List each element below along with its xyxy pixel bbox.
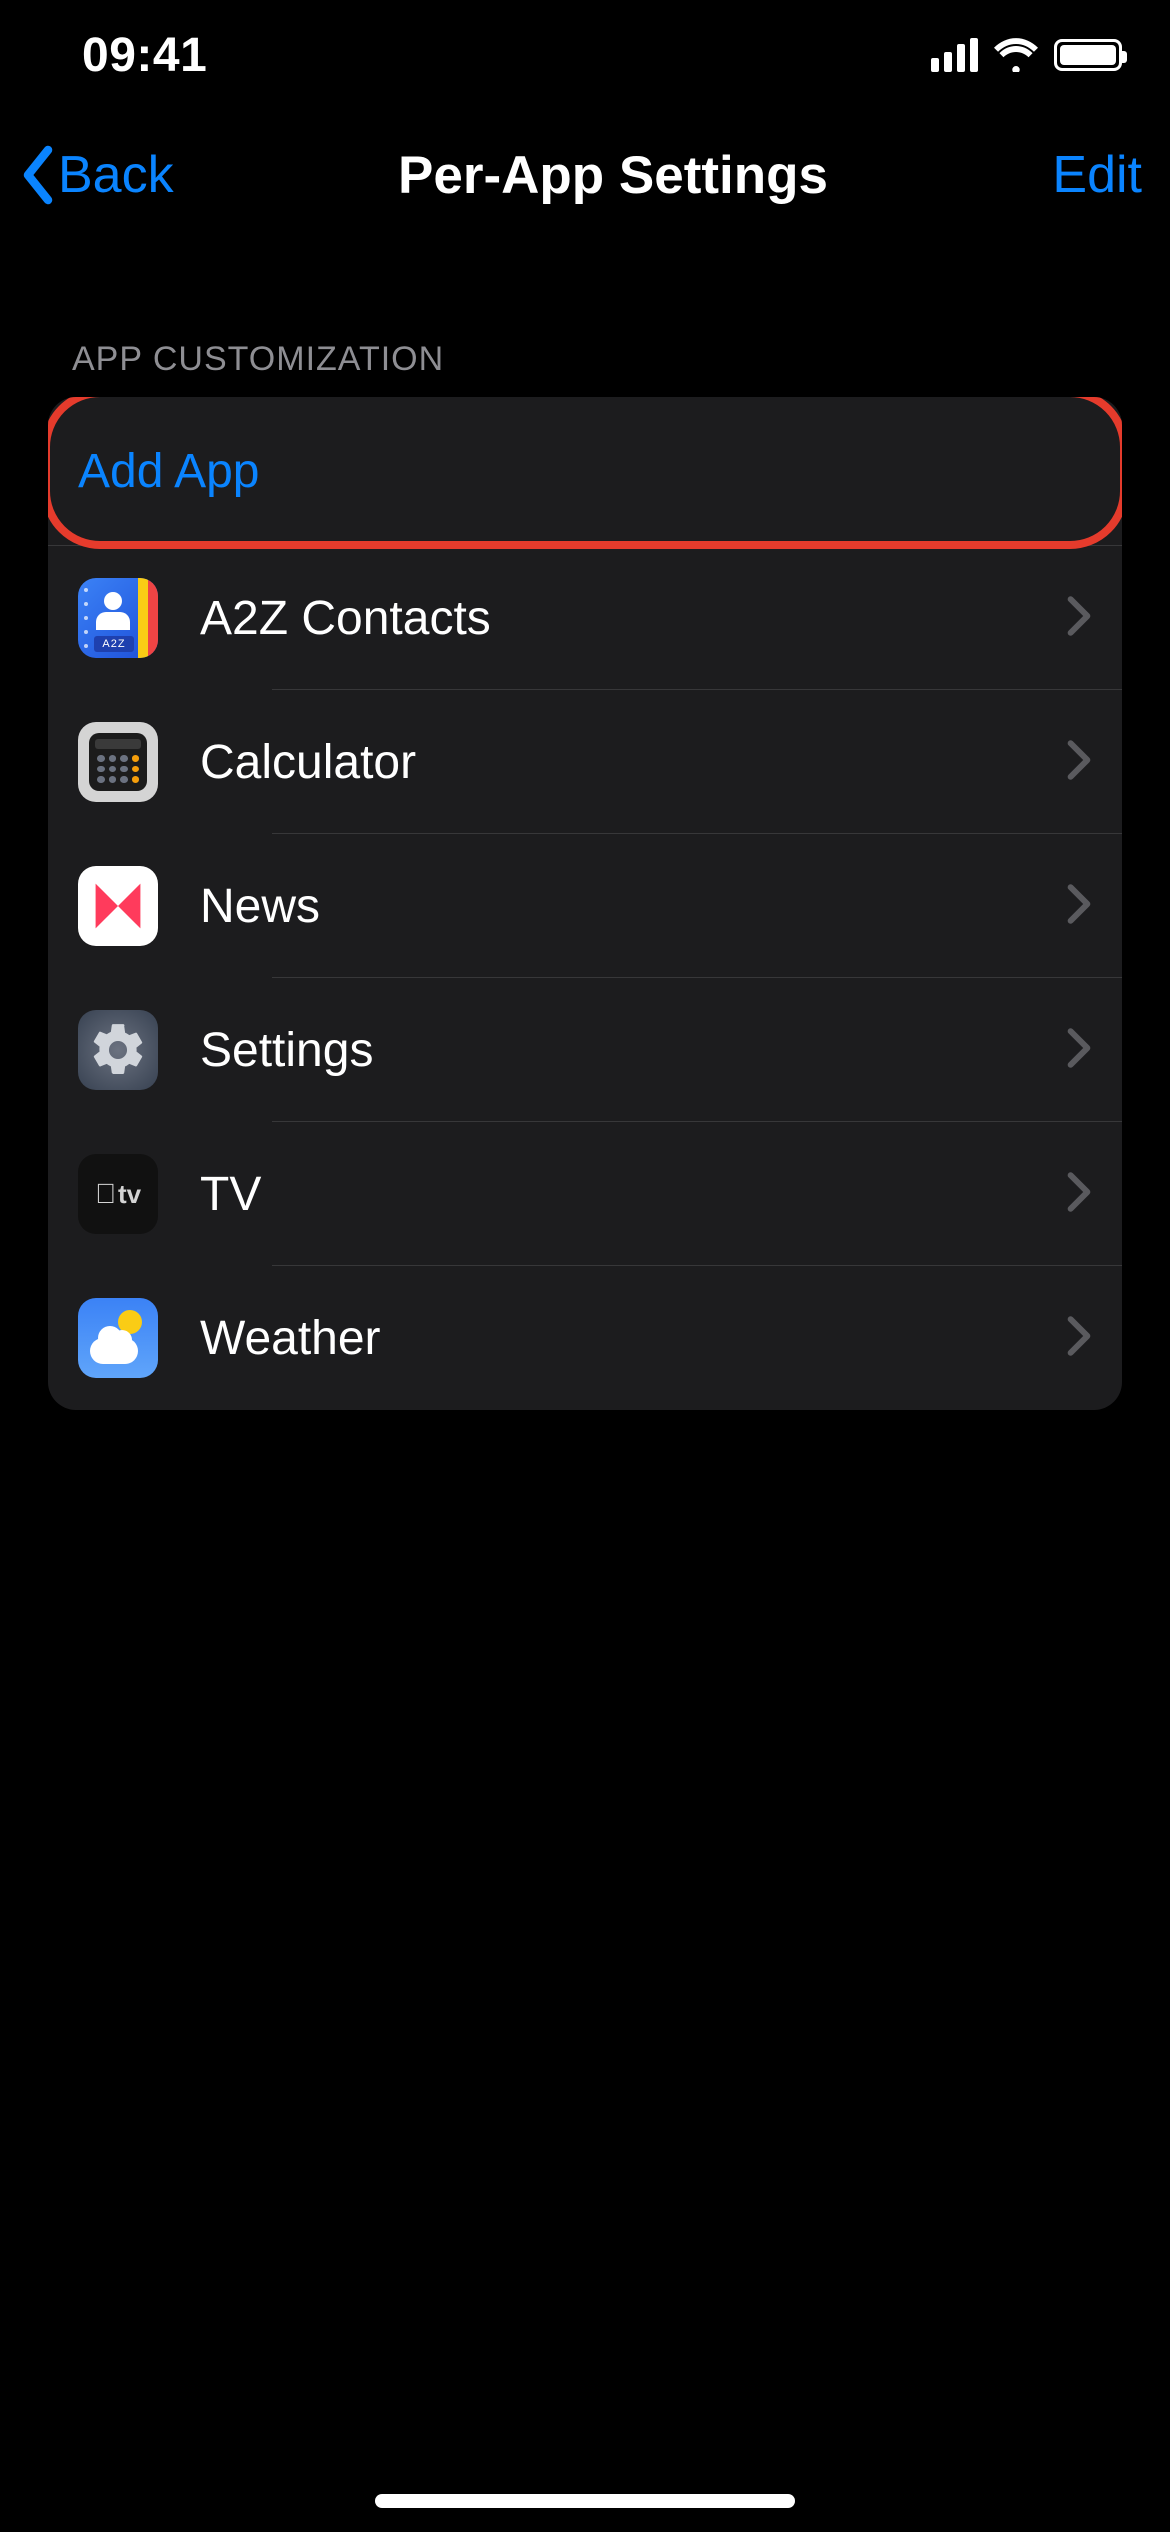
wifi-icon (994, 38, 1038, 72)
content: APP CUSTOMIZATION Add App A2Z A2Z Contac… (0, 340, 1170, 1410)
app-label: Settings (200, 1023, 1066, 1078)
chevron-right-icon (1066, 1027, 1092, 1074)
a2z-icon-tag: A2Z (94, 636, 134, 652)
status-bar: 09:41 (0, 0, 1170, 110)
chevron-right-icon (1066, 595, 1092, 642)
app-row-calculator[interactable]: Calculator (48, 690, 1122, 834)
news-app-icon (78, 866, 158, 946)
chevron-right-icon (1066, 1315, 1092, 1362)
app-label: A2Z Contacts (200, 591, 1066, 646)
status-icons (931, 38, 1122, 72)
tv-icon-text: tv (118, 1179, 141, 1210)
cellular-signal-icon (931, 38, 978, 72)
app-row-settings[interactable]: Settings (48, 978, 1122, 1122)
app-row-tv[interactable]: tv TV (48, 1122, 1122, 1266)
tv-app-icon: tv (78, 1154, 158, 1234)
settings-app-icon (78, 1010, 158, 1090)
app-label: News (200, 879, 1066, 934)
add-app-label: Add App (78, 444, 260, 499)
app-customization-group: Add App A2Z A2Z Contacts Calculator (48, 397, 1122, 1410)
app-label: TV (200, 1167, 1066, 1222)
weather-app-icon (78, 1298, 158, 1378)
back-label: Back (58, 145, 174, 205)
chevron-right-icon (1066, 739, 1092, 786)
battery-icon (1054, 39, 1122, 71)
section-header: APP CUSTOMIZATION (48, 340, 1122, 397)
chevron-right-icon (1066, 883, 1092, 930)
chevron-right-icon (1066, 1171, 1092, 1218)
app-label: Calculator (200, 735, 1066, 790)
app-row-news[interactable]: News (48, 834, 1122, 978)
chevron-left-icon (18, 145, 58, 205)
back-button[interactable]: Back (18, 145, 174, 205)
page-title: Per-App Settings (398, 145, 828, 206)
apple-logo-icon:  (95, 1180, 116, 1208)
status-time: 09:41 (82, 28, 207, 83)
app-row-weather[interactable]: Weather (48, 1266, 1122, 1410)
app-label: Weather (200, 1311, 1066, 1366)
calculator-app-icon (78, 722, 158, 802)
add-app-row[interactable]: Add App (48, 397, 1122, 545)
edit-button[interactable]: Edit (1052, 145, 1142, 205)
a2z-contacts-app-icon: A2Z (78, 578, 158, 658)
app-row-a2z-contacts[interactable]: A2Z A2Z Contacts (48, 546, 1122, 690)
navigation-bar: Back Per-App Settings Edit (0, 110, 1170, 240)
home-indicator[interactable] (375, 2494, 795, 2508)
